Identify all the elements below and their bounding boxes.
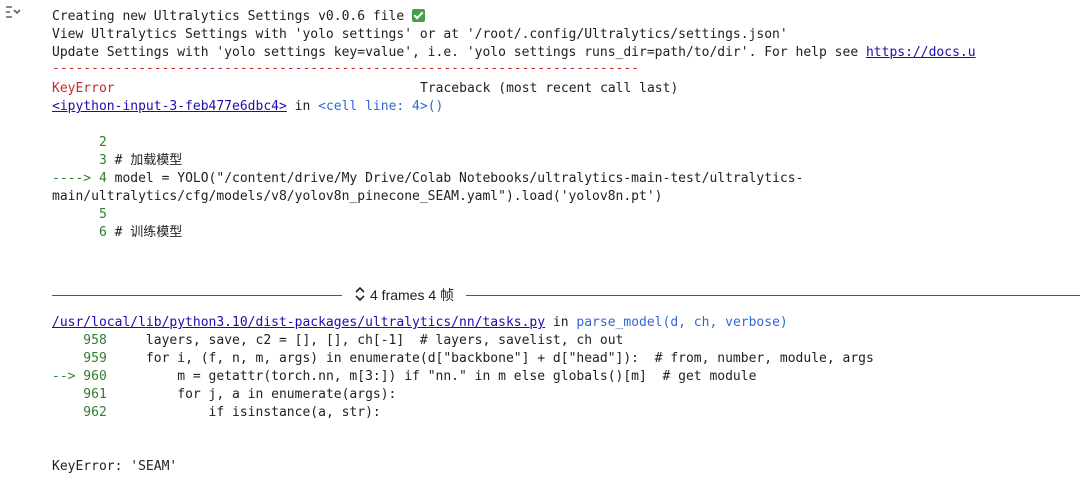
traceback-title: Traceback (most recent call last)	[420, 81, 679, 96]
line-number: 959	[52, 351, 107, 366]
code-line: 961 for j, a in enumerate(args):	[52, 386, 396, 404]
traceback-separator: ----------------------------------------…	[52, 61, 639, 76]
code-line: main/ultralytics/cfg/models/v8/yolov8n_p…	[52, 188, 662, 206]
check-icon	[412, 9, 426, 22]
cell-line-label: <cell line: 4>()	[318, 99, 444, 114]
code-text: main/ultralytics/cfg/models/v8/yolov8n_p…	[52, 189, 663, 204]
divider-line	[52, 294, 342, 296]
traceback-header: KeyError Traceback (most recent call last…	[52, 80, 678, 98]
settings-line-1: Creating new Ultralytics Settings v0.0.6…	[52, 8, 426, 26]
unfold-icon	[354, 286, 366, 304]
code-text: model = YOLO("/content/drive/My Drive/Co…	[106, 171, 804, 186]
code-line: 5	[52, 206, 107, 224]
line-number: 3	[52, 153, 107, 168]
code-text: layers, save, c2 = [], [], ch[-1] # laye…	[106, 333, 624, 348]
docs-link[interactable]: https://docs.u	[866, 45, 976, 60]
frames-label: 4 frames 4 帧	[370, 287, 455, 303]
line-number: 961	[52, 387, 107, 402]
code-text: for j, a in enumerate(args):	[106, 387, 397, 402]
code-text: if isinstance(a, str):	[106, 405, 381, 420]
code-line: 958 layers, save, c2 = [], [], ch[-1] # …	[52, 332, 623, 350]
code-text: # 训练模型	[106, 225, 183, 240]
error-name: KeyError	[52, 81, 115, 96]
collapse-output-icon[interactable]	[4, 4, 22, 20]
output-gutter	[0, 0, 48, 493]
code-line: 6 # 训练模型	[52, 224, 182, 242]
frames-divider: 4 frames 4 帧	[52, 284, 1080, 306]
tasks-file-link[interactable]: /usr/local/lib/python3.10/dist-packages/…	[52, 315, 545, 330]
line-number: 5	[52, 207, 107, 222]
line-number: 958	[52, 333, 107, 348]
code-line: 3 # 加载模型	[52, 152, 182, 170]
line-number: 2	[52, 135, 107, 150]
input-location: <ipython-input-3-feb477e6dbc4> in <cell …	[52, 99, 444, 114]
code-text: for i, (f, n, m, args) in enumerate(d["b…	[106, 351, 874, 366]
code-line: 959 for i, (f, n, m, args) in enumerate(…	[52, 350, 874, 368]
code-text: # 加载模型	[106, 153, 183, 168]
expand-frames-button[interactable]: 4 frames 4 帧	[350, 285, 458, 305]
ipython-input-link[interactable]: <ipython-input-3-feb477e6dbc4>	[52, 99, 287, 114]
divider-line	[466, 294, 1080, 296]
code-text: m = getattr(torch.nn, m[3:]) if "nn." in…	[106, 369, 757, 384]
function-signature: parse_model(d, ch, verbose)	[576, 315, 788, 330]
code-line: --> 960 m = getattr(torch.nn, m[3:]) if …	[52, 368, 756, 386]
line-number: ----> 4	[52, 171, 107, 186]
code-line: 2	[52, 134, 107, 152]
line-number: 6	[52, 225, 107, 240]
line-number: --> 960	[52, 369, 107, 384]
code-line: ----> 4 model = YOLO("/content/drive/My …	[52, 170, 803, 188]
frame-location: /usr/local/lib/python3.10/dist-packages/…	[52, 315, 788, 330]
line-number: 962	[52, 405, 107, 420]
settings-line-2: View Ultralytics Settings with 'yolo set…	[52, 27, 788, 42]
code-line: 962 if isinstance(a, str):	[52, 404, 381, 422]
final-error: KeyError: 'SEAM'	[52, 459, 178, 474]
